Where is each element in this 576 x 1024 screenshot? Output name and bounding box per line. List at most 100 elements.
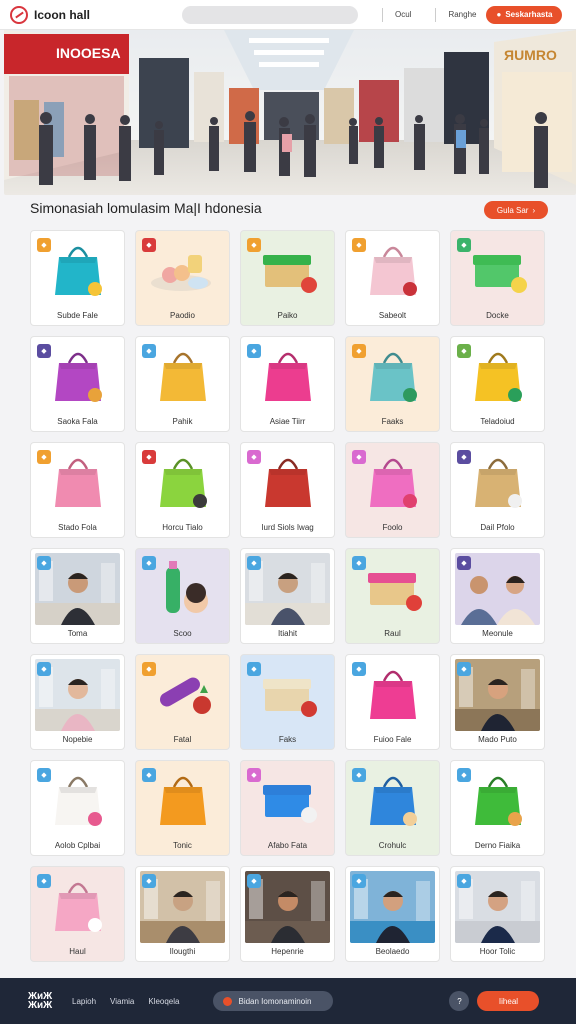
logo-icon bbox=[10, 5, 28, 24]
dot-icon bbox=[223, 996, 233, 1006]
product-card[interactable]: ◆ Saoka Fala bbox=[30, 336, 125, 432]
help-button[interactable]: ? bbox=[449, 991, 470, 1011]
category-badge-icon: ◆ bbox=[247, 238, 261, 252]
category-badge-icon: ◆ bbox=[142, 768, 156, 782]
product-card[interactable]: ◆ Teladoiud bbox=[450, 336, 545, 432]
product-card-label: Crohulc bbox=[378, 841, 407, 850]
footer-cta-label: Iiheal bbox=[498, 996, 519, 1006]
product-card[interactable]: ◆ Raul bbox=[345, 548, 440, 644]
category-badge-icon: ◆ bbox=[457, 556, 471, 570]
product-card-label: Ilougthi bbox=[169, 947, 196, 956]
category-badge-icon: ◆ bbox=[37, 450, 51, 464]
product-card[interactable]: ◆ Sabeolt bbox=[345, 230, 440, 326]
footer-link-1[interactable]: Lapioh bbox=[72, 997, 96, 1006]
product-card[interactable]: ◆ Docke bbox=[450, 230, 545, 326]
product-card[interactable]: ◆ Iurd Siols Iwag bbox=[240, 442, 335, 538]
product-card[interactable]: ◆ Itiahit bbox=[240, 548, 335, 644]
category-badge-icon: ◆ bbox=[457, 238, 471, 252]
brand-logo[interactable]: Icoon hall bbox=[10, 5, 170, 24]
category-badge-icon: ◆ bbox=[142, 450, 156, 464]
product-card-label: Paiko bbox=[277, 311, 298, 320]
product-card[interactable]: ◆ Haul bbox=[30, 866, 125, 962]
product-card[interactable]: ◆ Paodio bbox=[135, 230, 230, 326]
product-card[interactable]: ◆ Derno Fiaika bbox=[450, 760, 545, 856]
product-card[interactable]: ◆ Subde Fale bbox=[30, 230, 125, 326]
product-card-label: Scoo bbox=[173, 629, 192, 638]
footer-cta-button[interactable]: Iiheal bbox=[477, 991, 540, 1011]
product-card[interactable]: ◆ Stado Fola bbox=[30, 442, 125, 538]
category-badge-icon: ◆ bbox=[37, 344, 51, 358]
product-card-label: Beolaedo bbox=[375, 947, 410, 956]
header-cta-label: Seskarhasta bbox=[505, 10, 553, 19]
product-card[interactable]: ◆ Beolaedo bbox=[345, 866, 440, 962]
product-card[interactable]: ◆ Hoor Tolic bbox=[450, 866, 545, 962]
category-badge-icon: ◆ bbox=[247, 662, 261, 676]
footer-logo-line-2: ЖᴎЖ bbox=[28, 1000, 53, 1011]
product-card[interactable]: ◆ Faks bbox=[240, 654, 335, 750]
product-card[interactable]: ◆ Asiae Tiirr bbox=[240, 336, 335, 432]
product-card[interactable]: ◆ Pahik bbox=[135, 336, 230, 432]
product-card-label: Teladoiud bbox=[480, 417, 515, 426]
product-card-label: Hepenrie bbox=[271, 947, 304, 956]
product-card[interactable]: ◆ Toma bbox=[30, 548, 125, 644]
product-card-label: Fuioo Fale bbox=[373, 735, 412, 744]
product-card[interactable]: ◆ Paiko bbox=[240, 230, 335, 326]
product-card-label: Asiae Tiirr bbox=[269, 417, 306, 426]
category-badge-icon: ◆ bbox=[247, 450, 261, 464]
product-card[interactable]: ◆ Meonule bbox=[450, 548, 545, 644]
product-card-label: Aolob Cplbai bbox=[54, 841, 101, 850]
header-cta-button[interactable]: ● Seskarhasta bbox=[486, 5, 563, 24]
product-card[interactable]: ◆ Aolob Cplbai bbox=[30, 760, 125, 856]
hero-store-sign-left: INOOESA bbox=[56, 45, 121, 61]
see-all-button[interactable]: Gula Sar › bbox=[484, 201, 548, 219]
category-badge-icon: ◆ bbox=[247, 874, 261, 888]
product-card[interactable]: ◆ Hepenrie bbox=[240, 866, 335, 962]
product-card[interactable]: ◆ Foolo bbox=[345, 442, 440, 538]
product-card[interactable]: ◆ Fuioo Fale bbox=[345, 654, 440, 750]
divider bbox=[382, 7, 383, 22]
product-card[interactable]: ◆ Ilougthi bbox=[135, 866, 230, 962]
category-badge-icon: ◆ bbox=[37, 556, 51, 570]
product-card-label: Saoka Fala bbox=[57, 417, 98, 426]
help-icon: ? bbox=[457, 996, 462, 1006]
product-card[interactable]: ◆ Crohulc bbox=[345, 760, 440, 856]
product-card-label: Sabeolt bbox=[378, 311, 407, 320]
product-card[interactable]: ◆ Dail Pfolo bbox=[450, 442, 545, 538]
category-badge-icon: ◆ bbox=[37, 874, 51, 888]
category-badge-icon: ◆ bbox=[142, 662, 156, 676]
product-card-label: Fatal bbox=[173, 735, 192, 744]
section-title: Simonasiah lomulasim Ma|I hdonesia bbox=[30, 200, 262, 216]
footer-search-pill[interactable]: Bidan Iomonaminoin bbox=[213, 991, 334, 1011]
category-badge-icon: ◆ bbox=[247, 344, 261, 358]
bottom-bar: ЖᴎЖ ЖᴎЖ Lapioh Viamia Kleoqela Bidan Iom… bbox=[0, 978, 576, 1024]
nav-link-2[interactable]: Ranghe bbox=[448, 10, 476, 19]
product-card-label: Hoor Tolic bbox=[479, 947, 516, 956]
bag-icon: ● bbox=[496, 10, 502, 19]
product-card[interactable]: ◆ Mado Puto bbox=[450, 654, 545, 750]
product-card[interactable]: ◆ Scoo bbox=[135, 548, 230, 644]
category-badge-icon: ◆ bbox=[352, 874, 366, 888]
category-badge-icon: ◆ bbox=[142, 556, 156, 570]
footer-logo[interactable]: ЖᴎЖ ЖᴎЖ bbox=[28, 992, 58, 1011]
product-card[interactable]: ◆ Afabo Fata bbox=[240, 760, 335, 856]
product-card[interactable]: ◆ Fatal bbox=[135, 654, 230, 750]
category-badge-icon: ◆ bbox=[457, 874, 471, 888]
search-input[interactable] bbox=[182, 5, 358, 24]
category-badge-icon: ◆ bbox=[457, 344, 471, 358]
product-card[interactable]: ◆ Faaks bbox=[345, 336, 440, 432]
product-card-label: Nopebie bbox=[62, 735, 93, 744]
nav-link-1[interactable]: Ocul bbox=[395, 10, 411, 19]
footer-link-2[interactable]: Viamia bbox=[110, 997, 134, 1006]
category-badge-icon: ◆ bbox=[37, 768, 51, 782]
product-card-label: Horcu Tialo bbox=[162, 523, 203, 532]
divider bbox=[435, 7, 437, 22]
category-badge-icon: ◆ bbox=[457, 768, 471, 782]
product-card[interactable]: ◆ Nopebie bbox=[30, 654, 125, 750]
category-badge-icon: ◆ bbox=[457, 662, 471, 676]
product-card-label: Derno Fiaika bbox=[474, 841, 521, 850]
product-card[interactable]: ◆ Tonic bbox=[135, 760, 230, 856]
product-card-label: Subde Fale bbox=[57, 311, 98, 320]
footer-link-3[interactable]: Kleoqela bbox=[148, 997, 179, 1006]
product-card-label: Meonule bbox=[482, 629, 513, 638]
product-card[interactable]: ◆ Horcu Tialo bbox=[135, 442, 230, 538]
